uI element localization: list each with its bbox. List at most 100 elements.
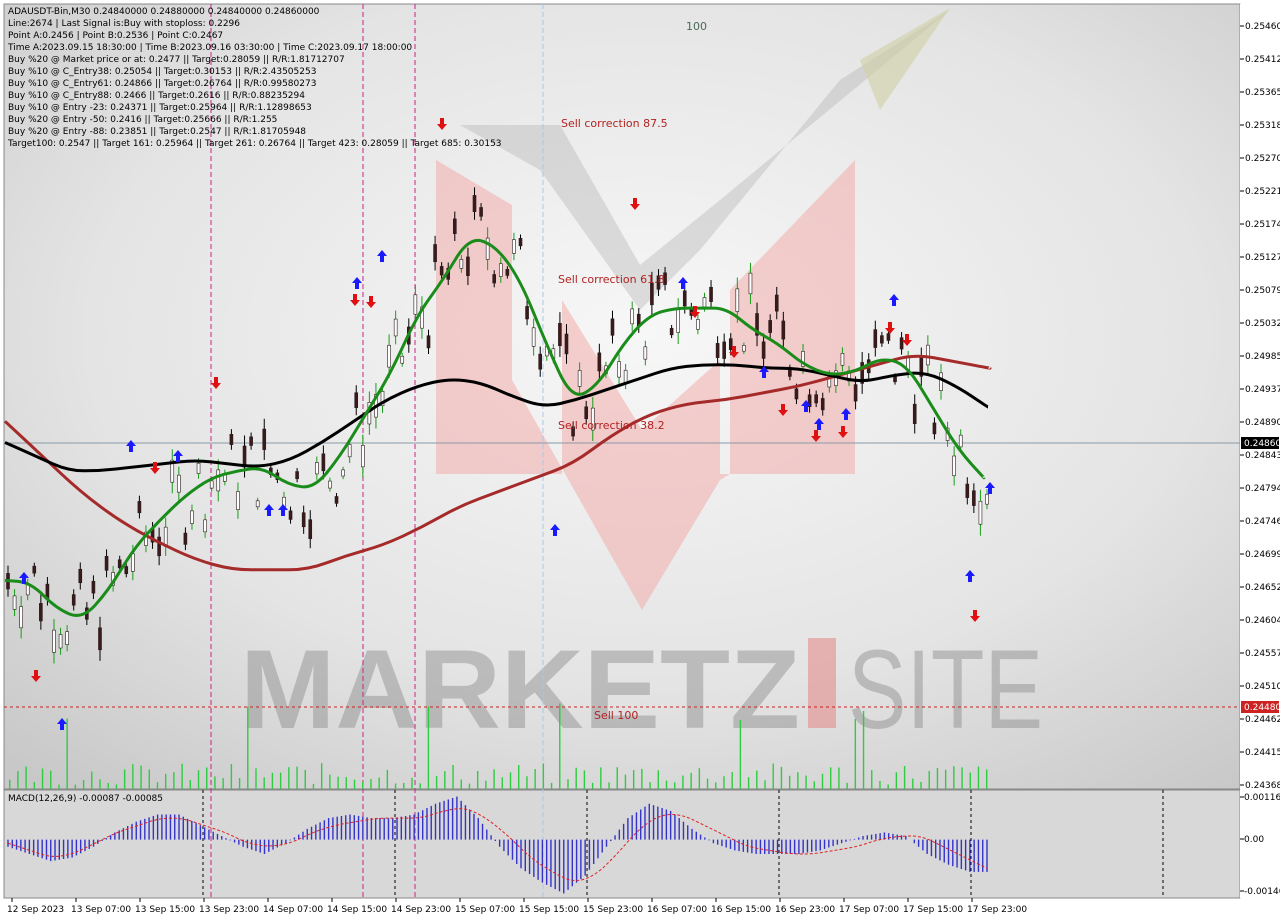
candle-body [242,445,247,468]
volume-bar [173,772,175,789]
volume-bar [879,780,881,789]
watermark-text: MARKETZ SITE [240,627,1043,752]
candle-body [12,595,17,610]
time-tick-label: 15 Sep 23:00 [583,905,643,915]
volume-bar [403,782,405,789]
volume-bar [255,768,257,789]
candle-body [768,320,772,333]
candle-body [577,370,582,387]
volume-bar [394,783,397,789]
volume-bar [600,767,602,789]
level-100-label: 100 [686,20,707,33]
volume-bar [813,781,815,789]
volume-bar [115,784,118,789]
candle-body [157,536,161,557]
candle-body [131,553,135,572]
candle-body [315,462,319,475]
price-tick-label: 0.24652 [1245,583,1280,593]
price-tick-label: 0.25365 [1245,88,1280,98]
candle-body [669,327,674,336]
volume-bar [132,764,134,789]
volume-bar [912,778,914,789]
candle-body [965,483,970,498]
volume-bar [944,769,947,789]
volume-bar [164,773,167,789]
candle-body [439,266,444,276]
candle-body [814,394,818,404]
volume-bar [583,770,586,789]
candle-body [886,333,891,341]
price-tick-label: 0.24415 [1245,748,1280,758]
candle-body [985,493,989,505]
volume-bar [66,718,68,789]
volume-bar [181,763,183,789]
candle-body [65,631,69,646]
sell-correction-382: Sell correction 38.2 [558,419,665,432]
candle-body [354,392,359,409]
volume-bar [460,779,462,789]
volume-bar [977,766,980,789]
time-tick-label: 13 Sep 23:00 [199,905,259,915]
candle-body [45,583,50,599]
volume-bar [805,775,807,789]
volume-bar [9,779,11,789]
volume-bar [320,763,323,789]
candle-body [926,344,930,366]
volume-bar [715,782,717,789]
volume-bar [953,766,955,789]
candle-body [958,434,963,448]
candle-body [630,308,634,325]
candle-body [321,453,326,472]
volume-bar [444,771,446,789]
candle-body [78,568,83,584]
info-line: Buy %10 @ C_Entry38: 0.25054 || Target:0… [8,67,316,77]
symbol-header: ADAUSDT-Bin,M30 0.24840000 0.24880000 0.… [8,7,320,17]
candle-body [722,341,726,359]
candle-body [124,566,129,575]
candle-body [71,594,76,606]
price-tick-label: 0.25221 [1245,187,1280,197]
candle-body [794,388,799,400]
candle-body [820,398,825,411]
price-tick-label: 0.24699 [1245,550,1280,560]
volume-bar [706,778,709,789]
volume-bar [25,766,27,789]
volume-bar [665,780,668,789]
price-tick-label: 0.24794 [1245,484,1280,494]
macd-tick-label: -0.00146 [1244,887,1280,897]
volume-bar [780,766,783,789]
volume-bar [871,770,873,789]
volume-bar [928,770,930,789]
price-tick-label: 0.25270 [1245,154,1280,164]
candle-body [472,195,477,212]
volume-bar [682,775,684,789]
volume-bar [526,776,528,789]
volume-bar [238,778,241,789]
volume-bar [58,784,60,789]
candle-body [728,338,733,351]
volume-bar [509,772,512,789]
price-tick-label: 0.24510 [1245,682,1280,692]
trading-chart: MARKETZ SITE 100 Sell correction 87.5 Se… [3,3,1280,915]
sell-correction-618: Sell correction 61.8 [558,273,665,286]
candle-body [880,335,884,344]
candle-body [748,272,753,295]
volume-bar [739,719,742,789]
candle-body [334,496,339,504]
info-line: Line:2674 | Last Signal is:Buy with stop… [8,19,240,29]
volume-bar [961,767,963,789]
candle-body [853,384,858,402]
candle-body [650,282,654,306]
candle-body [452,218,457,234]
candle-body [104,556,109,571]
candle-body [387,344,391,368]
candle-body [216,469,221,492]
volume-bar [550,782,553,789]
volume-bar [862,710,865,789]
volume-bar [608,782,610,789]
candle-body [761,341,766,359]
volume-bar [271,772,274,789]
volume-bar [616,767,618,789]
info-line: Buy %10 @ C_Entry61: 0.24866 || Target:0… [8,79,316,89]
time-tick-label: 12 Sep 2023 [7,905,64,915]
